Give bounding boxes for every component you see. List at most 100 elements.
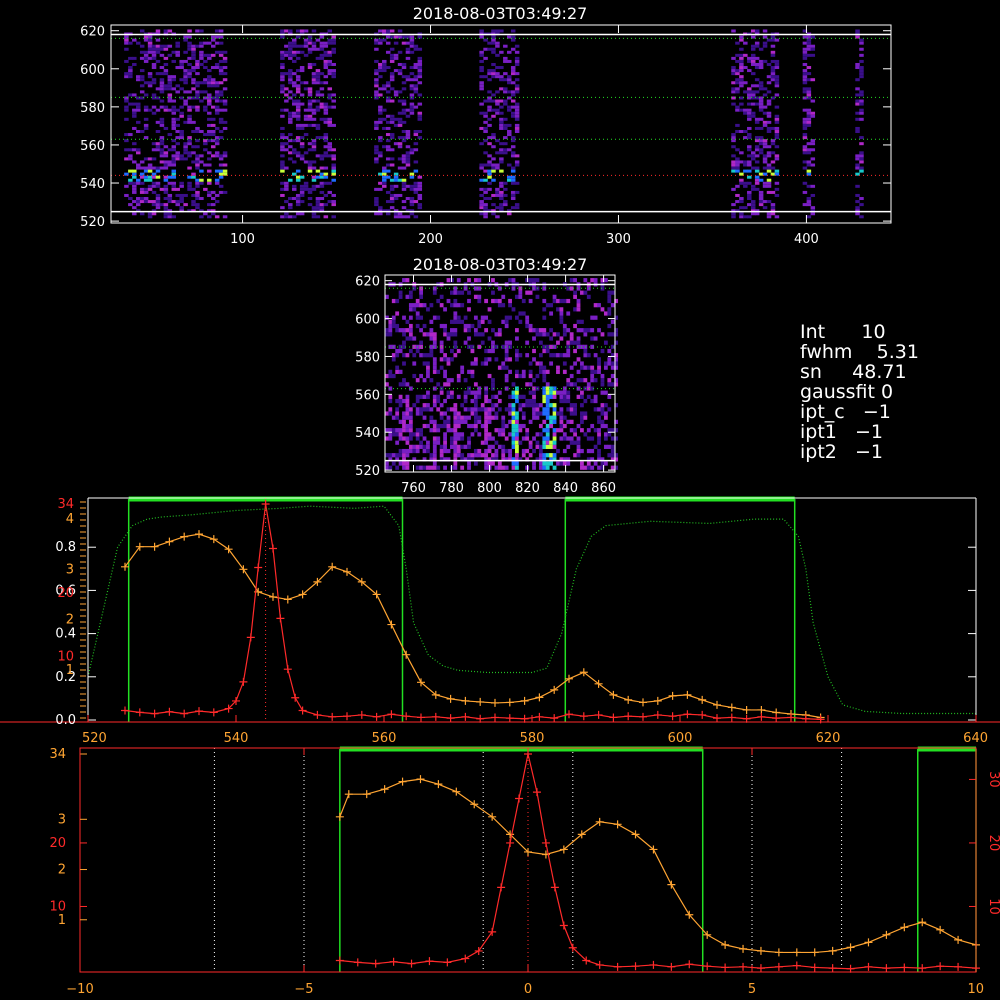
data-point-red	[343, 712, 351, 721]
heatmap-pixel	[128, 133, 133, 137]
heatmap-pixel	[175, 187, 180, 191]
heatmap-pixel	[766, 81, 772, 85]
heatmap-pixel	[573, 382, 577, 387]
heatmap-pixel	[218, 175, 224, 179]
heatmap-pixel	[167, 200, 173, 204]
heatmap-pixel	[397, 72, 403, 76]
heatmap-pixel	[456, 378, 461, 383]
heatmap-pixel	[859, 157, 864, 161]
heatmap-pixel	[556, 353, 560, 358]
heatmap-pixel	[467, 415, 471, 420]
heatmap-pixel	[389, 47, 395, 51]
heatmap-pixel	[155, 166, 161, 170]
heatmap-pixel	[179, 62, 184, 66]
heatmap-pixel	[806, 114, 812, 118]
heatmap-pixel	[859, 160, 864, 164]
heatmap-pixel	[739, 200, 744, 204]
heatmap-pixel	[402, 436, 406, 441]
heatmap-pixel	[470, 423, 475, 429]
heatmap-pixel	[315, 69, 321, 73]
data-point-red	[515, 794, 524, 803]
heatmap-pixel	[389, 157, 395, 161]
heatmap-pixel	[415, 323, 420, 329]
heatmap-pixel	[491, 93, 496, 97]
heatmap-pixel	[199, 29, 204, 33]
heatmap-pixel	[299, 190, 305, 194]
heatmap-pixel	[750, 114, 756, 118]
heatmap-pixel	[503, 87, 508, 91]
heatmap-pixel	[754, 56, 760, 60]
heatmap-pixel	[323, 66, 329, 70]
heatmap-pixel	[766, 114, 772, 118]
data-point-red	[505, 714, 514, 723]
heatmap-pixel	[859, 151, 864, 155]
data-point-red	[402, 712, 411, 721]
heatmap-pixel	[409, 151, 415, 155]
heatmap-pixel	[766, 154, 772, 158]
heatmap-pixel	[143, 50, 149, 54]
heatmap-pixel	[446, 448, 451, 454]
heatmap-pixel	[511, 382, 516, 387]
heatmap-pixel	[191, 87, 196, 91]
heatmap-pixel	[762, 142, 768, 146]
heatmap-pixel	[480, 319, 485, 324]
heatmap-pixel	[450, 332, 454, 337]
heatmap-cells	[385, 278, 619, 470]
heatmap-pixel	[393, 69, 399, 73]
heatmap-pixel	[607, 407, 612, 412]
heatmap-pixel	[855, 163, 860, 167]
heatmap-pixel	[739, 59, 744, 63]
heatmap-pixel	[538, 461, 543, 466]
heatmap-pixel	[590, 278, 595, 283]
heatmap-pixel	[385, 126, 391, 130]
heatmap-pixel	[532, 386, 536, 391]
heatmap-pixel	[391, 373, 396, 379]
heatmap-pixel	[143, 178, 149, 182]
data-point-orange	[362, 790, 371, 799]
heatmap-pixel	[307, 197, 313, 201]
heatmap-pixel	[288, 53, 293, 57]
heatmap-pixel	[315, 154, 321, 158]
heatmap-pixel	[480, 403, 485, 408]
heatmap-pixel	[762, 120, 768, 124]
x-tick-label: 780	[439, 481, 464, 496]
heatmap-pixel	[473, 403, 478, 408]
heatmap-pixel	[207, 102, 212, 106]
heatmap-pixel	[855, 87, 860, 91]
heatmap-pixel	[319, 56, 325, 60]
heatmap-pixel	[456, 303, 461, 308]
heatmap-pixel	[518, 423, 523, 429]
heatmap-pixel	[419, 353, 424, 358]
heatmap-pixel	[806, 151, 812, 155]
heatmap-pixel	[491, 38, 496, 42]
heatmap-pixel	[199, 215, 204, 219]
heatmap-pixel	[331, 203, 336, 207]
heatmap-pixel	[576, 453, 581, 458]
heatmap-pixel	[385, 50, 391, 54]
heatmap-pixel	[535, 415, 540, 420]
heatmap-pixel	[501, 423, 506, 429]
heatmap-pixel	[552, 294, 557, 299]
data-point-red	[431, 712, 440, 721]
heatmap-pixel	[417, 56, 423, 60]
heatmap-pixel	[453, 407, 458, 412]
heatmap-cells	[124, 29, 864, 219]
heatmap-pixel	[307, 62, 313, 66]
heatmap-pixel	[432, 423, 437, 429]
heatmap-pixel	[426, 390, 430, 395]
heatmap-pixel	[195, 166, 200, 170]
heatmap-pixel	[566, 444, 571, 449]
heatmap-pixel	[405, 47, 411, 51]
heatmap-pixel	[731, 66, 736, 70]
heatmap-pixel	[311, 215, 317, 219]
heatmap-pixel	[495, 99, 500, 103]
heatmap-pixel	[859, 136, 864, 140]
heatmap-pixel	[214, 108, 220, 112]
heatmap-pixel	[479, 84, 484, 88]
heatmap-pixel	[163, 151, 169, 155]
heatmap-pixel	[491, 114, 496, 118]
heatmap-pixel	[473, 390, 478, 395]
heatmap-pixel	[402, 419, 406, 424]
heatmap-pixel	[417, 175, 423, 179]
heatmap-pixel	[747, 133, 752, 137]
